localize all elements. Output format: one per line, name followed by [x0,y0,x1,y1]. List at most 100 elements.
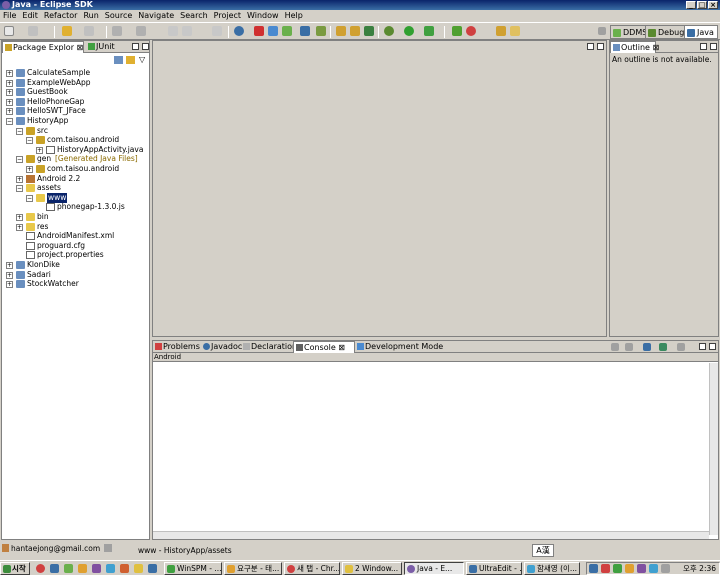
open-type-icon[interactable] [112,26,122,36]
ie-icon[interactable] [50,564,59,573]
volume-icon[interactable] [661,564,670,573]
forward-icon[interactable] [84,26,94,36]
console-maximize-icon[interactable] [709,343,716,350]
tab-problems[interactable]: Problems [153,341,201,353]
task-java-eclipse[interactable]: Java - E... [404,562,464,575]
task-2[interactable]: 요구분 - 태... [224,562,282,575]
menu-navigate[interactable]: Navigate [135,10,177,22]
task-chrome[interactable]: 새 탭 - Chr... [284,562,340,575]
tree-item[interactable]: + CalculateSample [2,68,149,78]
android-icon[interactable] [282,26,292,36]
tree-item[interactable]: + Sadari [2,270,149,280]
collapse-toggle-icon[interactable]: − [16,156,23,164]
tray-icon-2[interactable] [601,564,610,573]
collapse-toggle-icon[interactable]: − [6,118,13,125]
clear-console-icon[interactable] [611,343,619,351]
quicklaunch-icon-3[interactable] [64,564,73,573]
coverage-icon[interactable] [452,26,462,36]
menu-project[interactable]: Project [211,10,244,22]
horizontal-scrollbar[interactable] [153,531,709,539]
menu-search[interactable]: Search [177,10,210,22]
tree-item[interactable]: + bin [2,212,149,222]
expand-toggle-icon[interactable]: + [6,79,13,87]
tray-icon-4[interactable] [625,564,634,573]
task-ultraedit[interactable]: UltraEdit - ... [466,562,522,575]
google-g-icon[interactable] [466,26,476,36]
copy-icon[interactable] [182,26,192,36]
fast-view-icon[interactable] [104,544,112,552]
tree-item[interactable]: − assets [2,183,149,193]
open-console-icon[interactable] [677,343,685,351]
expand-toggle-icon[interactable]: + [6,108,13,116]
tree-item[interactable]: − gen [Generated Java Files] [2,154,149,164]
maximize-view-icon[interactable] [142,43,149,50]
editor-maximize-icon[interactable] [597,43,604,50]
collapse-toggle-icon[interactable]: − [26,194,33,202]
tray-icon-3[interactable] [613,564,622,573]
display-console-icon[interactable] [659,343,667,351]
quicklaunch-icon-8[interactable] [134,564,143,573]
open-perspective-icon[interactable] [598,27,606,35]
expand-toggle-icon[interactable]: + [6,271,13,279]
menu-edit[interactable]: Edit [19,10,41,22]
tree-item[interactable]: + com.taisou.android [2,164,149,174]
tree-item[interactable]: + HelloPhoneGap [2,97,149,107]
maximize-icon[interactable]: □ [697,1,707,9]
expand-toggle-icon[interactable]: + [16,223,23,231]
tree-item[interactable]: proguard.cfg [2,241,149,251]
console-minimize-icon[interactable] [699,343,706,350]
expand-toggle-icon[interactable]: + [16,214,23,221]
open-folder-icon[interactable] [496,26,506,36]
expand-toggle-icon[interactable]: + [16,175,23,183]
google-icon[interactable] [268,26,278,36]
tree-item[interactable]: + HelloSWT_JFace [2,106,149,116]
menu-window[interactable]: Window [244,10,282,22]
menu-run[interactable]: Run [80,10,101,22]
tree-item[interactable]: + ExampleWebApp [2,78,149,88]
window-title-bar[interactable]: Java - Eclipse SDK _ □ × [0,0,720,10]
perspective-debug[interactable]: Debug [645,25,689,39]
start-button[interactable]: 시작 [0,562,30,575]
view-menu-icon[interactable]: ▽ [139,55,145,64]
tree-item[interactable]: − com.taisou.android [2,135,149,145]
avd-manager-icon[interactable] [300,26,310,36]
print-icon[interactable] [168,26,178,36]
tab-outline[interactable]: Outline ⊠ [610,41,659,53]
quicklaunch-icon-4[interactable] [78,564,87,573]
tab-javadoc[interactable]: Javadoc [201,341,242,353]
minimize-icon[interactable]: _ [686,1,696,9]
task-winspm[interactable]: WinSPM - ... [164,562,222,575]
tree-item[interactable]: + StockWatcher [2,279,149,289]
outline-minimize-icon[interactable] [700,43,707,50]
outline-maximize-icon[interactable] [710,43,717,50]
vertical-scrollbar[interactable] [709,363,718,535]
debug-icon[interactable] [384,26,394,36]
sdk-manager-icon[interactable] [316,26,326,36]
external-tools-icon[interactable] [424,26,434,36]
new-class-icon[interactable] [364,26,374,36]
expand-toggle-icon[interactable]: + [6,281,13,289]
tab-console[interactable]: Console ⊠ [293,341,355,353]
expand-toggle-icon[interactable]: + [6,98,13,106]
pen-icon[interactable] [510,26,520,36]
menu-refactor[interactable]: Refactor [41,10,81,22]
tree-item[interactable]: + KlonDike [2,260,149,270]
quicklaunch-icon-7[interactable] [120,564,129,573]
tree-item[interactable]: + GuestBook [2,87,149,97]
record-icon[interactable] [254,26,264,36]
close-icon[interactable]: × [708,1,718,9]
tab-development-mode[interactable]: Development Mode [355,341,443,353]
account-email[interactable]: hantaejong@gmail.com [11,544,100,553]
tree-item[interactable]: phonegap-1.3.0.js [2,202,149,212]
pin-console-icon[interactable] [643,343,651,351]
tray-icon-6[interactable] [649,564,658,573]
tree-item[interactable]: − www [2,192,149,203]
menu-source[interactable]: Source [102,10,135,22]
collapse-toggle-icon[interactable]: − [16,127,23,135]
menu-help[interactable]: Help [282,10,306,22]
tree-item[interactable]: + res [2,222,149,232]
new-package-icon[interactable] [350,26,360,36]
ime-indicator[interactable]: A漢 [532,544,554,557]
tab-package-explorer[interactable]: Package Explor ⊠ [2,41,84,53]
tree-item[interactable]: + Android 2.2 [2,174,149,184]
